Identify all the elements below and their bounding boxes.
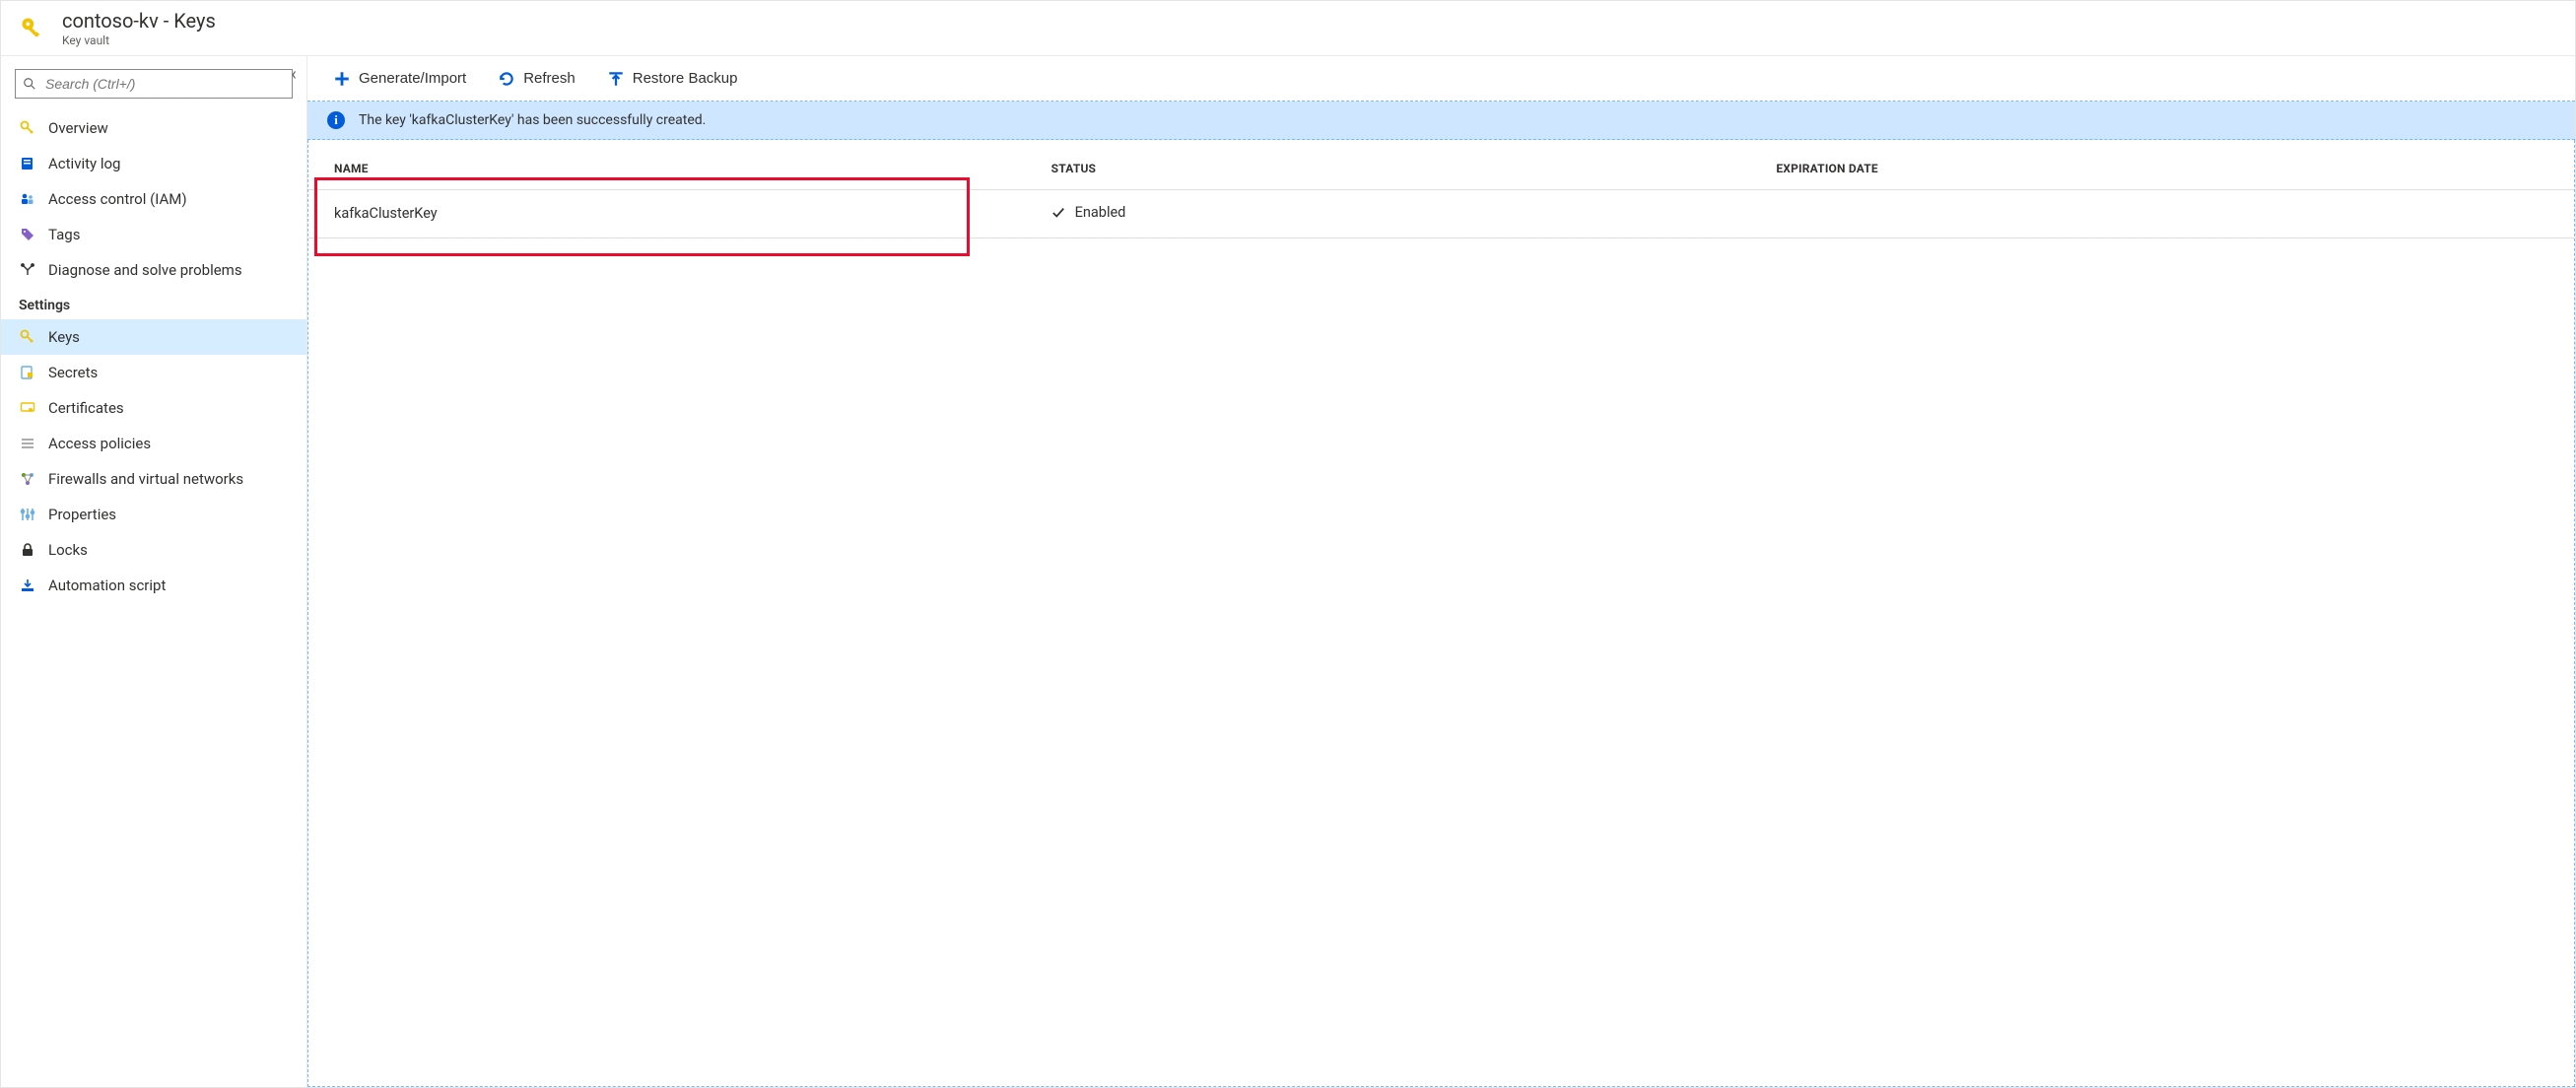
notification-message: The key 'kafkaClusterKey' has been succe… — [359, 112, 706, 128]
sidebar-item-locks[interactable]: Locks — [1, 532, 306, 568]
download-icon — [19, 577, 36, 594]
toolbar: Generate/Import Refresh Restore Backup — [307, 56, 2575, 102]
tag-icon — [19, 226, 36, 243]
sidebar-item-label: Certificates — [48, 399, 124, 417]
sidebar-item-label: Firewalls and virtual networks — [48, 470, 243, 488]
sidebar-item-keys[interactable]: Keys — [1, 319, 306, 355]
sidebar-item-label: Access policies — [48, 435, 151, 452]
col-header-status[interactable]: STATUS — [1034, 150, 1759, 190]
book-icon — [19, 155, 36, 172]
refresh-icon — [498, 70, 515, 88]
table-container: NAME STATUS EXPIRATION DATE kafkaCluster… — [307, 140, 2575, 1087]
success-notification: i The key 'kafkaClusterKey' has been suc… — [307, 102, 2575, 140]
sliders-icon — [19, 506, 36, 523]
lock-icon — [19, 541, 36, 559]
sidebar-item-automation-script[interactable]: Automation script — [1, 568, 306, 603]
cell-status: Enabled — [1034, 190, 1759, 238]
sidebar-item-label: Locks — [48, 541, 88, 559]
refresh-button[interactable]: Refresh — [492, 66, 581, 92]
nav: Overview Activity log Access control (IA… — [1, 104, 306, 603]
cell-expiration — [1758, 190, 2574, 238]
sidebar-item-label: Properties — [48, 506, 116, 523]
header-text-block: contoso-kv - Keys Key vault — [62, 9, 216, 47]
sidebar-group-settings: Settings — [1, 288, 306, 319]
table-row[interactable]: kafkaClusterKey Enabled — [308, 190, 2574, 238]
sidebar-item-label: Diagnose and solve problems — [48, 261, 242, 279]
sidebar-item-diagnose[interactable]: Diagnose and solve problems — [1, 252, 306, 288]
list-icon — [19, 435, 36, 452]
sidebar-item-tags[interactable]: Tags — [1, 217, 306, 252]
sidebar-item-access-policies[interactable]: Access policies — [1, 426, 306, 461]
toolbar-label: Restore Backup — [633, 70, 738, 87]
main-content: Generate/Import Refresh Restore Backup i… — [307, 56, 2575, 1087]
toolbar-label: Generate/Import — [359, 70, 466, 87]
cell-name: kafkaClusterKey — [308, 190, 1034, 238]
generate-import-button[interactable]: Generate/Import — [327, 66, 472, 92]
sidebar-item-overview[interactable]: Overview — [1, 110, 306, 146]
sidebar-item-label: Keys — [48, 328, 80, 346]
sidebar-item-properties[interactable]: Properties — [1, 497, 306, 532]
restore-backup-button[interactable]: Restore Backup — [601, 66, 744, 92]
network-icon — [19, 470, 36, 488]
sidebar-item-certificates[interactable]: Certificates — [1, 390, 306, 426]
app-root: contoso-kv - Keys Key vault « Overview — [0, 0, 2576, 1088]
key-icon — [19, 328, 36, 346]
upload-icon — [607, 70, 625, 88]
sidebar-item-label: Automation script — [48, 577, 166, 594]
sidebar-item-firewalls[interactable]: Firewalls and virtual networks — [1, 461, 306, 497]
tools-icon — [19, 261, 36, 279]
page-subtitle: Key vault — [62, 34, 216, 47]
status-text: Enabled — [1075, 204, 1126, 221]
people-icon — [19, 190, 36, 208]
sidebar-item-secrets[interactable]: Secrets — [1, 355, 306, 390]
keys-table: NAME STATUS EXPIRATION DATE kafkaCluster… — [308, 150, 2574, 238]
search-input[interactable] — [15, 69, 293, 99]
page-header: contoso-kv - Keys Key vault — [1, 1, 2575, 56]
search-wrap — [1, 69, 306, 104]
sidebar-item-label: Activity log — [48, 155, 120, 172]
sidebar-item-label: Access control (IAM) — [48, 190, 187, 208]
col-header-expiration[interactable]: EXPIRATION DATE — [1758, 150, 2574, 190]
search-box — [15, 69, 293, 99]
info-icon: i — [327, 111, 345, 129]
page-body: « Overview Activity l — [1, 56, 2575, 1087]
key-vault-icon — [15, 11, 50, 46]
check-icon — [1051, 206, 1065, 220]
sidebar-item-label: Tags — [48, 226, 80, 243]
search-icon — [23, 77, 36, 91]
sidebar: « Overview Activity l — [1, 56, 307, 1087]
sidebar-item-label: Overview — [48, 119, 108, 137]
sidebar-item-activity-log[interactable]: Activity log — [1, 146, 306, 181]
sidebar-item-access-control[interactable]: Access control (IAM) — [1, 181, 306, 217]
sidebar-item-label: Secrets — [48, 364, 98, 381]
page-title: contoso-kv - Keys — [62, 9, 216, 33]
col-header-name[interactable]: NAME — [308, 150, 1034, 190]
plus-icon — [333, 70, 351, 88]
toolbar-label: Refresh — [523, 70, 576, 87]
key-icon — [19, 119, 36, 137]
secret-icon — [19, 364, 36, 381]
certificate-icon — [19, 399, 36, 417]
